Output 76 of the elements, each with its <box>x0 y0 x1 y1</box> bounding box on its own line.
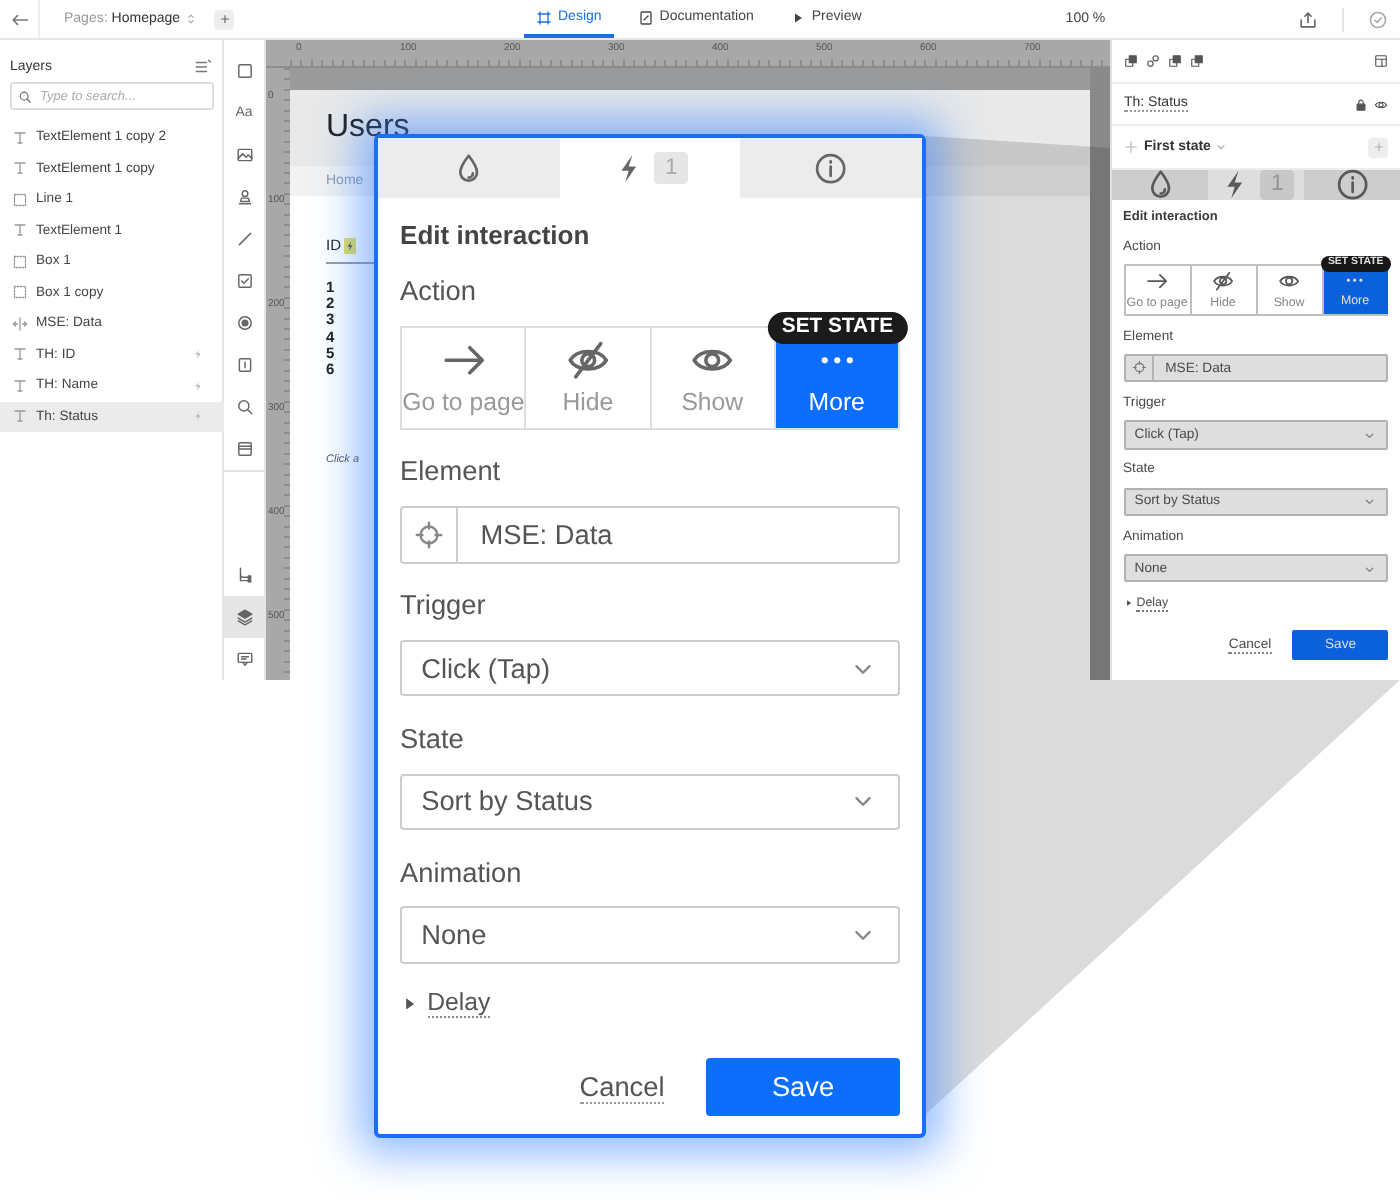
dots-icon <box>1346 278 1364 284</box>
image-icon <box>235 146 253 164</box>
scrollbar[interactable] <box>1090 68 1110 680</box>
text-icon <box>12 408 28 425</box>
field-label: Element <box>400 456 503 490</box>
dropdown[interactable]: None <box>400 906 900 965</box>
document-icon <box>637 9 654 25</box>
arrange-icon <box>1124 54 1138 68</box>
dropdown[interactable]: Click (Tap) <box>400 639 900 697</box>
lightning-icon <box>192 410 204 423</box>
flow-icon <box>235 566 253 584</box>
field-label: State <box>400 724 466 757</box>
play-icon <box>789 9 806 25</box>
tooltip: SET STATE <box>767 311 908 343</box>
dashed-cross-icon <box>1124 140 1138 154</box>
updown-chevron-icon <box>184 12 199 26</box>
dashed-square-icon <box>12 253 28 270</box>
arrow-right-icon <box>1145 269 1169 293</box>
eye-crossed-icon <box>1211 269 1235 293</box>
text-icon <box>12 222 28 239</box>
lock-icon <box>1354 97 1368 111</box>
lightning-icon <box>192 348 204 361</box>
page-heading: Users <box>326 110 410 146</box>
text-icon <box>12 346 28 363</box>
radio-icon <box>235 314 253 332</box>
rectangle-icon <box>235 62 253 80</box>
field-label: Action <box>400 276 478 310</box>
save-button[interactable]: Save <box>706 1057 900 1117</box>
chevron-down-icon <box>1362 494 1378 510</box>
line-icon <box>235 230 253 248</box>
list-icon <box>194 57 212 75</box>
chevron-down-icon <box>1362 561 1378 577</box>
field-label: Trigger <box>400 590 488 624</box>
dropdown[interactable]: Sort by Status <box>400 773 900 831</box>
dashed-square-icon <box>12 191 28 208</box>
text-icon <box>12 160 28 177</box>
lightning-icon <box>192 379 204 392</box>
info-icon <box>1335 168 1369 202</box>
chevron-down-icon <box>1362 427 1378 443</box>
triangle-right-icon <box>400 994 420 1014</box>
eye-icon <box>1374 97 1388 111</box>
plus-icon <box>1371 140 1385 154</box>
text-icon <box>12 129 28 146</box>
plus-icon <box>217 12 232 26</box>
delay-toggle[interactable]: Delay <box>400 988 491 1019</box>
stamp-icon <box>235 188 253 206</box>
share-icon <box>1298 9 1318 29</box>
chevron-down-icon <box>1214 140 1229 154</box>
input-icon <box>235 356 253 374</box>
checkbox-icon <box>235 272 253 290</box>
text-icon <box>12 377 28 394</box>
search-icon <box>235 398 253 416</box>
comment-icon <box>235 650 253 668</box>
tool-button[interactable] <box>223 596 265 638</box>
count-badge: 1 <box>654 152 688 184</box>
dots-icon <box>819 355 854 365</box>
table-icon <box>235 440 253 458</box>
field-label: Animation <box>400 857 524 891</box>
triangle-right-icon <box>1123 598 1133 609</box>
crosshair-icon <box>1131 360 1147 376</box>
eye-crossed-icon <box>565 338 610 383</box>
crosshair-icon <box>414 519 445 550</box>
link-icon <box>1146 54 1160 68</box>
check-circle-icon <box>1368 9 1388 29</box>
split-arrows-icon <box>12 315 28 332</box>
back-arrow-icon <box>9 9 29 29</box>
info-icon <box>814 151 848 185</box>
dashed-square-icon <box>12 284 28 301</box>
add-page-button[interactable] <box>214 9 235 29</box>
search-icon <box>18 89 32 103</box>
element-field[interactable]: MSE: Data <box>400 505 900 564</box>
cancel-button[interactable]: Cancel <box>579 1071 665 1104</box>
panel-icon <box>1374 54 1388 68</box>
frame-icon <box>536 9 552 25</box>
panel-title: Edit interaction <box>400 219 592 252</box>
layers-icon <box>235 608 253 626</box>
